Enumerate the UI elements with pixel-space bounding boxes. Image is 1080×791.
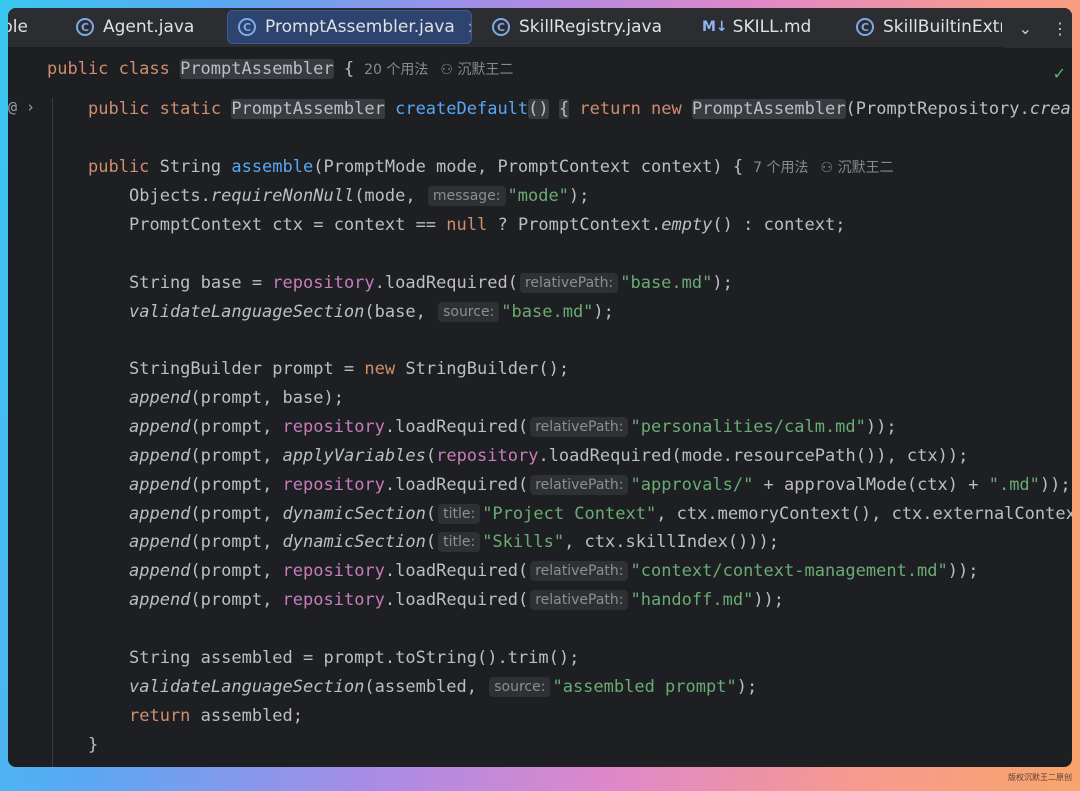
more-vertical-icon[interactable]: ⋮ — [1052, 19, 1068, 38]
code-line: append(prompt, repository.loadRequired(r… — [129, 417, 897, 437]
indent-guide — [52, 98, 53, 767]
tab-label: Agent.java — [103, 17, 195, 37]
tab-label: ple — [8, 17, 28, 37]
usages-hint[interactable]: 20 个用法 ⚇ 沉默王二 — [364, 62, 513, 78]
code-line: append(prompt, base); — [129, 388, 344, 408]
ide-window: ple C Agent.java C PromptAssembler.java … — [8, 8, 1072, 767]
watermark: 版权沉默王二原创 — [1008, 773, 1072, 782]
tab-label: SkillRegistry.java — [519, 17, 662, 37]
param-hint: message: — [427, 186, 506, 206]
param-hint: relativePath: — [530, 561, 629, 581]
code-line-assemble-sig: public String assemble(PromptMode mode, … — [88, 157, 894, 177]
author-hint[interactable]: ⚇ 沉默王二 — [440, 62, 513, 78]
tab-truncated[interactable]: ple — [8, 10, 42, 44]
tab-label: PromptAssembler.java — [265, 17, 455, 37]
java-class-icon: C — [492, 18, 510, 36]
tab-skill-registry-java[interactable]: C SkillRegistry.java — [492, 10, 682, 44]
tab-label: SKILL.md — [732, 17, 812, 37]
param-hint: relativePath: — [530, 417, 629, 437]
markdown-icon: M↓ — [702, 19, 728, 35]
code-line: StringBuilder prompt = new StringBuilder… — [129, 359, 570, 379]
java-class-icon: C — [856, 18, 874, 36]
code-line: PromptContext ctx = context == null ? Pr… — [129, 215, 846, 235]
tab-prompt-assembler-java[interactable]: C PromptAssembler.java × — [227, 10, 472, 44]
code-line: String assembled = prompt.toString().tri… — [129, 648, 580, 668]
tab-agent-java[interactable]: C Agent.java — [76, 10, 216, 44]
chevron-down-icon[interactable]: ⌄ — [1019, 19, 1032, 38]
code-line: Objects.requireNonNull(mode, message: "mo… — [129, 186, 590, 206]
tab-tools: ⌄ ⋮ — [1002, 8, 1072, 48]
code-line: append(prompt, repository.loadRequired(r… — [129, 590, 785, 610]
code-line: validateLanguageSection(base, source: "ba… — [129, 302, 614, 322]
param-hint: source: — [489, 677, 551, 697]
param-hint: source: — [438, 302, 500, 322]
editor-tab-bar: ple C Agent.java C PromptAssembler.java … — [8, 8, 1072, 48]
usages-hint[interactable]: 7 个用法 ⚇ 沉默王二 — [753, 160, 893, 176]
code-line: append(prompt, repository.loadRequired(r… — [129, 475, 1071, 495]
param-hint: title: — [438, 504, 481, 524]
code-line: append(prompt, dynamicSection(title: "Pro… — [129, 504, 1072, 524]
editor-gutter — [8, 48, 48, 767]
code-line: String base = repository.loadRequired(re… — [129, 273, 733, 293]
code-line: append(prompt, applyVariables(repository… — [129, 446, 969, 466]
code-line: append(prompt, repository.loadRequired(r… — [129, 561, 979, 581]
inspection-ok-icon[interactable]: ✓ — [1053, 64, 1066, 83]
tab-label: SkillBuiltinExtra — [883, 17, 1002, 37]
close-tab-icon[interactable]: × — [467, 18, 471, 37]
java-class-icon: C — [76, 18, 94, 36]
tab-skill-builtin-extra[interactable]: C SkillBuiltinExtra — [856, 10, 1002, 44]
code-line-create-default: public static PromptAssembler createDefa… — [88, 99, 1072, 119]
author-hint[interactable]: ⚇ 沉默王二 — [820, 160, 893, 176]
code-line-class-decl: public class PromptAssembler {20 个用法 ⚇ 沉默… — [47, 59, 514, 79]
tab-skill-md[interactable]: M↓ SKILL.md — [702, 10, 832, 44]
code-line: } — [88, 735, 99, 755]
code-line: validateLanguageSection(assembled, sourc… — [129, 677, 758, 697]
param-hint: relativePath: — [530, 590, 629, 610]
param-hint: title: — [438, 532, 481, 552]
param-hint: relativePath: — [530, 475, 629, 495]
code-line: return assembled; — [129, 706, 304, 726]
override-gutter-icon[interactable]: @ › — [8, 98, 35, 116]
code-line: append(prompt, dynamicSection(title: "Ski… — [129, 532, 780, 552]
java-class-icon: C — [238, 18, 256, 36]
param-hint: relativePath: — [519, 273, 619, 293]
